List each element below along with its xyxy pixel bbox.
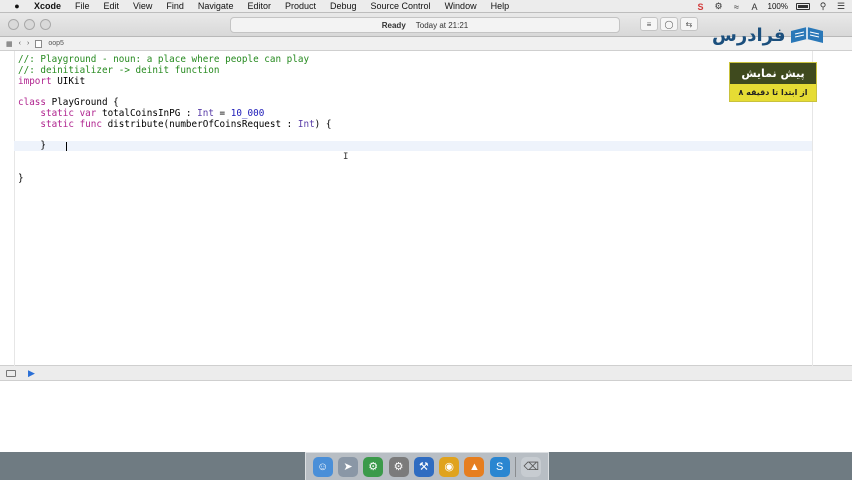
- vlc-icon[interactable]: ▲: [464, 456, 485, 477]
- menu-view[interactable]: View: [133, 1, 152, 11]
- code-line-8[interactable]: [18, 131, 331, 142]
- number-literal: 10_000: [230, 107, 265, 119]
- menu-find[interactable]: Find: [166, 1, 184, 11]
- code-text: totalCoinsInPG :: [96, 107, 198, 119]
- battery-percent: 100%: [767, 2, 788, 11]
- zoom-window-button[interactable]: [40, 19, 51, 30]
- run-playground-icon[interactable]: ▶: [28, 368, 35, 379]
- code-line-3[interactable]: import UIKit: [18, 75, 331, 88]
- status-text: Ready: [381, 20, 406, 30]
- minimize-window-button[interactable]: [24, 19, 35, 30]
- source-code[interactable]: //: Playground - noun: a place where peo…: [18, 54, 332, 185]
- preview-badge: پیش نمایش از ابتدا تا دقیقه ۸: [729, 62, 817, 102]
- playground-file-icon: [35, 39, 43, 48]
- code-line-12[interactable]: }: [18, 173, 331, 185]
- book-logo-icon: [790, 27, 823, 43]
- system-preferences-icon[interactable]: ⚙: [388, 456, 409, 477]
- code-line-11[interactable]: [18, 163, 331, 174]
- preview-subtitle: از ابتدا تا دقیقه ۸: [730, 84, 816, 101]
- menu-file[interactable]: File: [75, 1, 90, 11]
- code-editor[interactable]: //: Playground - noun: a place where peo…: [0, 51, 852, 366]
- code-text: ) {: [314, 118, 332, 130]
- code-text: PlayGround {: [46, 97, 119, 109]
- related-items-icon[interactable]: ▦: [6, 40, 13, 48]
- trash-icon[interactable]: ⌫: [521, 456, 542, 477]
- debug-bar: ▶: [0, 366, 852, 381]
- hide-debug-area-icon[interactable]: [6, 370, 16, 377]
- dock: ☺ ➤ ⚙ ⚙ ⚒ ◉ ▲ S ⌫: [305, 452, 549, 480]
- code-text: UIKit: [51, 75, 86, 87]
- code-line-10[interactable]: [18, 152, 331, 163]
- preview-title: پیش نمایش: [730, 63, 816, 84]
- status-time: Today at 21:21: [415, 20, 469, 30]
- menu-help[interactable]: Help: [491, 1, 510, 11]
- menu-extra-icon[interactable]: ⚙: [714, 1, 724, 12]
- menu-window[interactable]: Window: [445, 1, 477, 11]
- spotlight-icon[interactable]: ⚲: [818, 1, 828, 12]
- activity-status: Ready Today at 21:21: [230, 17, 620, 33]
- chrome-icon[interactable]: ◉: [439, 456, 460, 477]
- apple-menu-icon[interactable]: ●: [11, 1, 23, 11]
- faradars-logo: فرادرس: [712, 17, 832, 53]
- logo-text: فرادرس: [712, 24, 786, 46]
- sublime-icon[interactable]: S: [489, 456, 510, 477]
- status-area: S ⚙ ≈ A 100% ⚲ ☰: [696, 0, 846, 13]
- battery-icon[interactable]: [796, 3, 810, 10]
- keyword: class: [18, 97, 46, 109]
- ibeam-cursor-icon: I: [343, 152, 349, 162]
- menu-app-name[interactable]: Xcode: [34, 1, 61, 11]
- menu-edit[interactable]: Edit: [104, 1, 120, 11]
- menu-editor[interactable]: Editor: [247, 1, 271, 11]
- s-app-icon[interactable]: S: [696, 2, 706, 12]
- keyword: import: [18, 75, 52, 87]
- notification-center-icon[interactable]: ☰: [836, 1, 846, 12]
- code-text: distribute(numberOfCoinsRequest :: [101, 118, 298, 130]
- close-window-button[interactable]: [8, 19, 19, 30]
- text-caret: [66, 142, 67, 151]
- xcode-icon[interactable]: ⚒: [413, 456, 434, 477]
- launchpad-icon[interactable]: ➤: [337, 456, 358, 477]
- version-editor-icon[interactable]: ⇆: [680, 17, 698, 31]
- menu-source-control[interactable]: Source Control: [371, 1, 431, 11]
- assistant-editor-icon[interactable]: ◯: [660, 17, 678, 31]
- menu-navigate[interactable]: Navigate: [198, 1, 234, 11]
- forward-arrow-icon[interactable]: ›: [27, 40, 29, 47]
- xcode-window: Ready Today at 21:21 ≡ ◯ ⇆ ▦ ‹ › oop5 //…: [0, 13, 852, 452]
- console-output[interactable]: [0, 381, 852, 452]
- keyword: static func: [40, 118, 102, 130]
- android-studio-icon[interactable]: ⚙: [363, 456, 384, 477]
- standard-editor-icon[interactable]: ≡: [640, 17, 658, 31]
- type-name: Int: [297, 118, 315, 130]
- input-source-icon[interactable]: A: [750, 2, 760, 12]
- breadcrumb-file[interactable]: oop5: [48, 40, 64, 47]
- code-text: =: [213, 107, 231, 119]
- menu-bar: ● Xcode File Edit View Find Navigate Edi…: [0, 0, 852, 13]
- menu-debug[interactable]: Debug: [330, 1, 357, 11]
- gutter-divider: [14, 51, 15, 366]
- type-name: Int: [197, 107, 214, 119]
- finder-icon[interactable]: ☺: [312, 456, 333, 477]
- wifi-icon[interactable]: ≈: [732, 2, 742, 12]
- menu-product[interactable]: Product: [285, 1, 316, 11]
- dock-separator: [515, 456, 517, 477]
- code-line-7[interactable]: static func distribute(numberOfCoinsRequ…: [18, 118, 332, 131]
- keyword: static var: [40, 107, 97, 119]
- back-arrow-icon[interactable]: ‹: [19, 40, 21, 47]
